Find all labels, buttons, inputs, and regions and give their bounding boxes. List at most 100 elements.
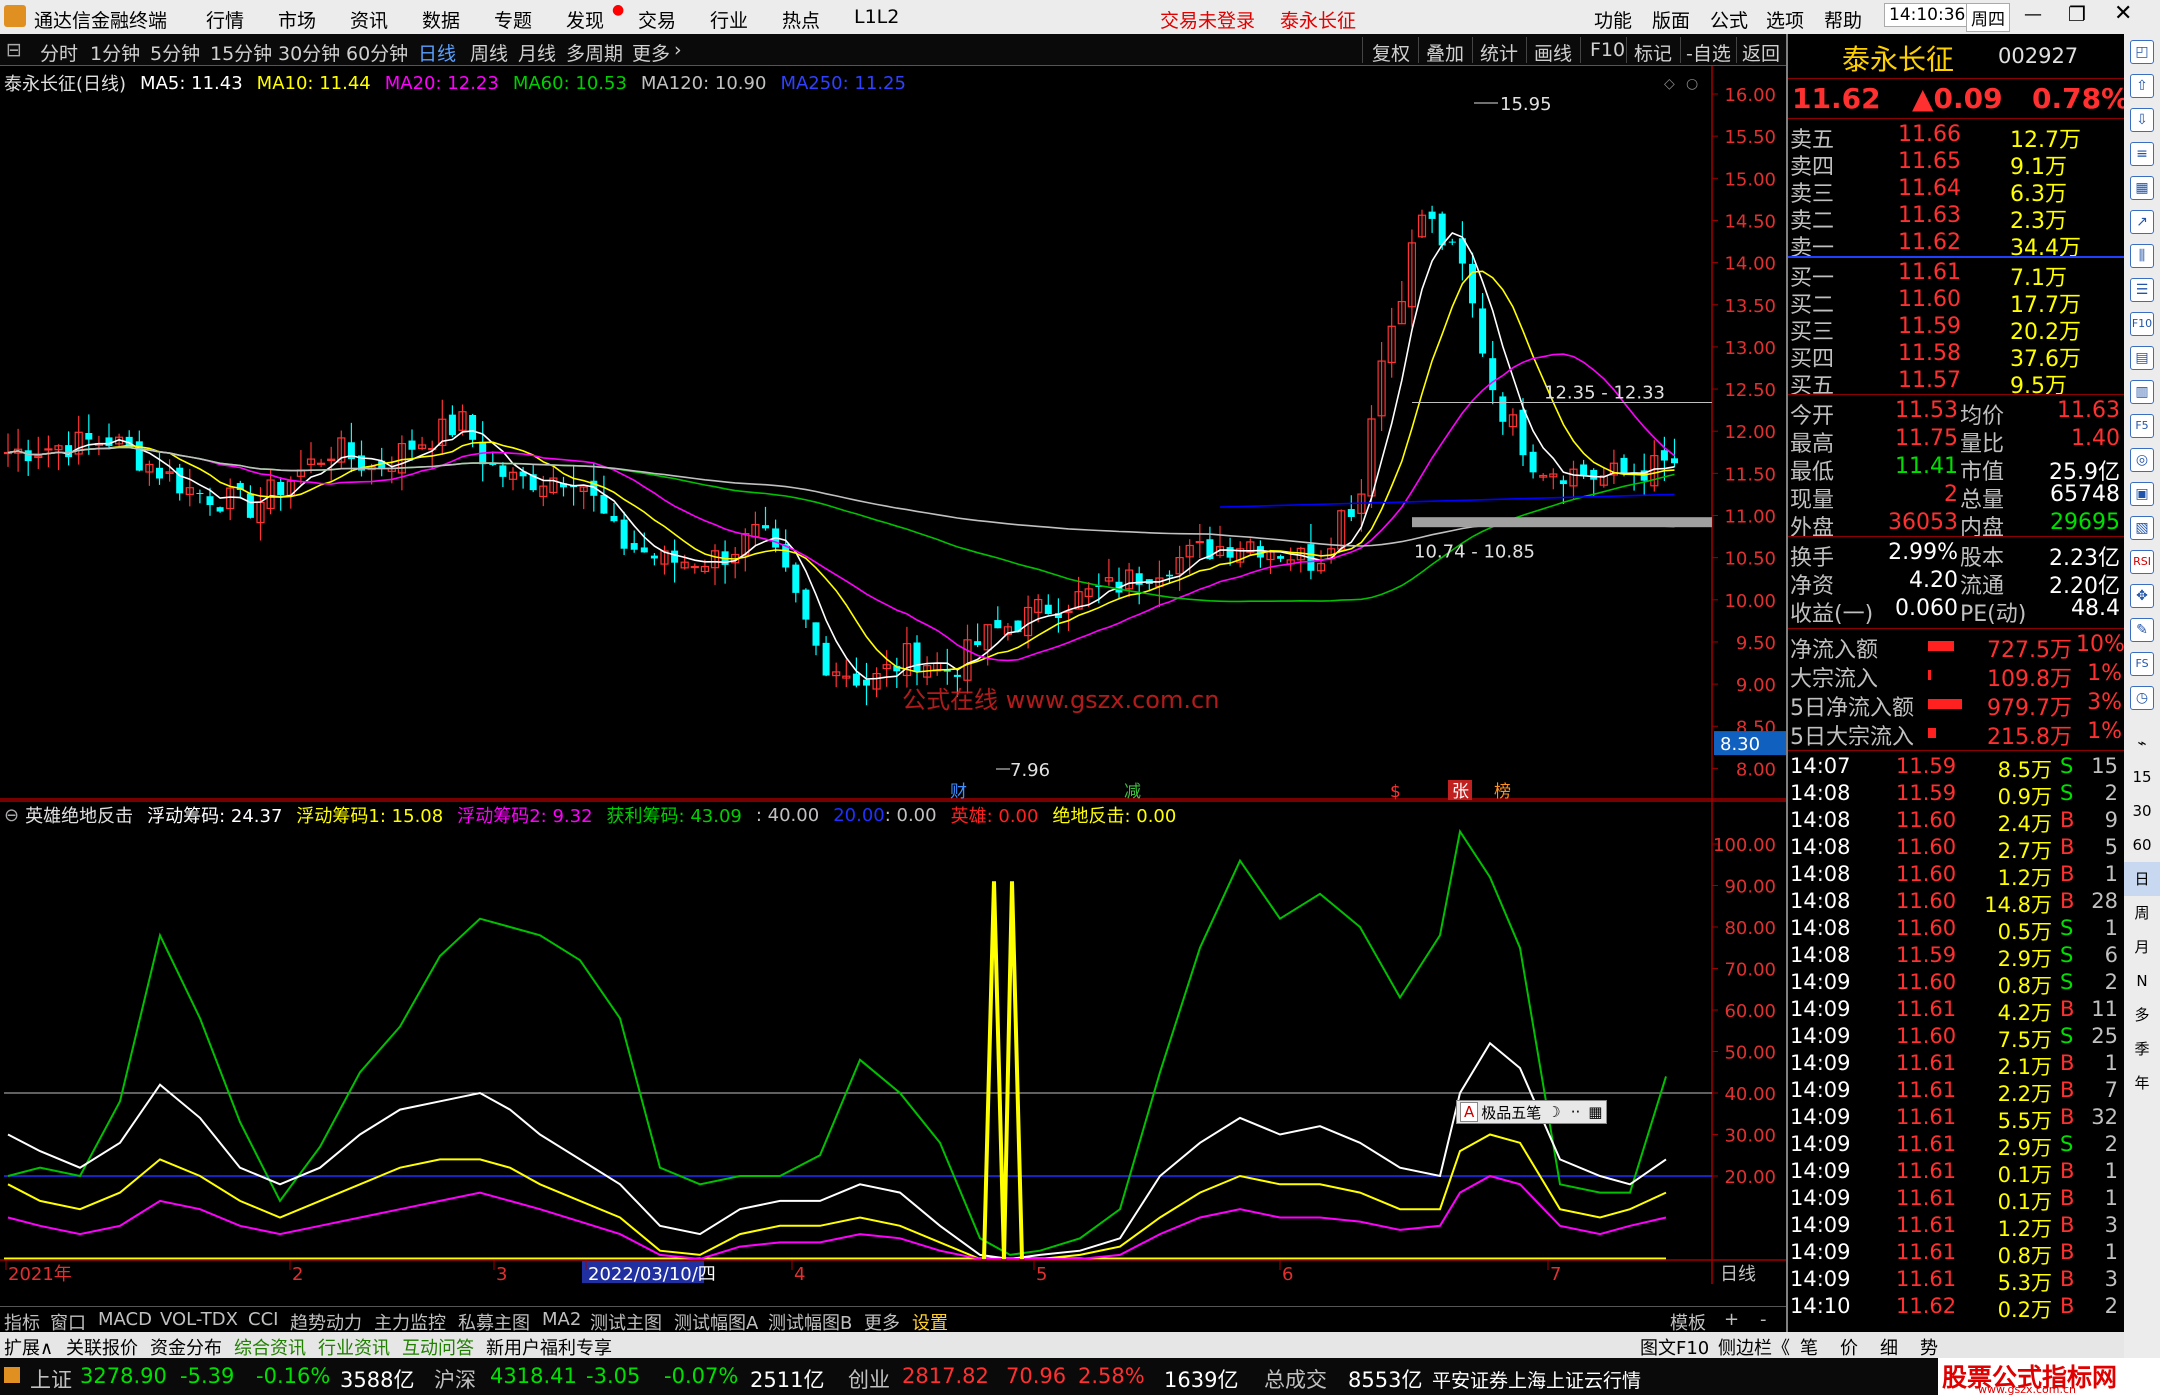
sidebar-period-month[interactable]: 月 <box>2124 930 2160 964</box>
minimize-icon[interactable]: — <box>2024 4 2042 25</box>
menu-banmian[interactable]: 版面 <box>1652 6 1690 33</box>
btab-cci[interactable]: CCI <box>248 1309 278 1330</box>
sidebar-period-day[interactable]: 日 <box>2124 862 2160 896</box>
sidebar-calendar-icon[interactable]: ▣ <box>2130 482 2154 506</box>
menu-xuanxiang[interactable]: 选项 <box>1766 6 1804 33</box>
tab-shi[interactable]: 势 <box>1920 1334 1938 1360</box>
tab-5min[interactable]: 5分钟 <box>150 39 200 66</box>
btab-macd[interactable]: MACD <box>98 1309 152 1330</box>
tool-diejia[interactable]: 叠加 <box>1426 39 1464 66</box>
menu-zhuanti[interactable]: 专题 <box>494 6 532 33</box>
tab-daily[interactable]: 日线 <box>418 39 456 66</box>
btab-voltdx[interactable]: VOL-TDX <box>160 1309 238 1330</box>
tab-more[interactable]: 更多 <box>632 39 670 66</box>
restore-icon[interactable]: ❐ <box>2068 2 2086 26</box>
sidebar-period-30[interactable]: 30 <box>2124 794 2160 828</box>
sidebar-compass-icon[interactable]: ✥ <box>2130 584 2154 608</box>
sidebar-period-15[interactable]: 15 <box>2124 760 2160 794</box>
sidebar-table-icon[interactable]: ☰ <box>2130 278 2154 302</box>
chart-diamond-icon[interactable]: ◇ <box>1664 76 1675 92</box>
tab-zonghe[interactable]: 综合资讯 <box>234 1334 306 1360</box>
sidebar-period-season[interactable]: 季 <box>2124 1032 2160 1066</box>
close-icon[interactable]: ✕ <box>2114 1 2132 26</box>
tool-f10[interactable]: F10 <box>1590 39 1625 61</box>
tab-sidebar[interactable]: 侧边栏《 <box>1718 1334 1790 1360</box>
tab-expand[interactable]: 扩展∧ <box>4 1334 53 1360</box>
sidebar-chart-icon[interactable]: ▥ <box>2130 380 2154 404</box>
sidebar-list-icon[interactable]: ≡ <box>2130 142 2154 166</box>
tool-zixuan[interactable]: -自选 <box>1686 39 1731 66</box>
sidebar-f5-icon[interactable]: F5 <box>2130 414 2154 438</box>
tab-xi[interactable]: 细 <box>1880 1334 1898 1360</box>
menu-l1l2[interactable]: L1L2 <box>854 6 899 28</box>
menu-gongneng[interactable]: 功能 <box>1594 6 1632 33</box>
sidebar-image-icon[interactable]: ▧ <box>2130 516 2154 540</box>
sidebar-trend-icon[interactable]: ↗ <box>2130 210 2154 234</box>
tab-hudong[interactable]: 互动问答 <box>402 1334 474 1360</box>
tab-15min[interactable]: 15分钟 <box>210 39 272 66</box>
tab-monthly[interactable]: 月线 <box>518 39 556 66</box>
ime-moon-icon[interactable]: ☽ <box>1547 1103 1560 1121</box>
ime-toolbox[interactable]: A 极品五笔 ☽ ·· ▦ <box>1456 1100 1608 1124</box>
sidebar-period-week[interactable]: 周 <box>2124 896 2160 930</box>
tool-huaxian[interactable]: 画线 <box>1534 39 1572 66</box>
indicator-chart[interactable]: 100.00 90.00 80.00 70.00 60.00 50.00 40.00 30.0… <box>0 800 1786 1284</box>
ime-keyboard-icon[interactable]: ▦ <box>1588 1103 1602 1121</box>
server-name[interactable]: 平安证券上海上证云行情 <box>1432 1366 1641 1393</box>
tab-fuli[interactable]: 新用户福利专享 <box>486 1334 612 1360</box>
tab-jia[interactable]: 价 <box>1840 1334 1858 1360</box>
tab-weekly[interactable]: 周线 <box>470 39 508 66</box>
ime-a-icon[interactable]: A <box>1460 1102 1479 1122</box>
sidebar-kline-icon[interactable]: ⫼ <box>2130 244 2154 268</box>
menu-hangye[interactable]: 行业 <box>710 6 748 33</box>
trade-status[interactable]: 交易未登录 <box>1160 6 1255 33</box>
sidebar-pen-icon[interactable]: ✎ <box>2130 618 2154 642</box>
sidebar-down-icon[interactable]: ⇩ <box>2130 108 2154 132</box>
tab-guanlian[interactable]: 关联报价 <box>66 1334 138 1360</box>
menu-shichang[interactable]: 市场 <box>278 6 316 33</box>
menu-bangzhu[interactable]: 帮助 <box>1824 6 1862 33</box>
indicator-settings-icon[interactable]: ⊖ <box>4 805 19 826</box>
tool-fuquan[interactable]: 复权 <box>1372 39 1410 66</box>
tool-fanhui[interactable]: 返回 <box>1742 39 1780 66</box>
tab-60min[interactable]: 60分钟 <box>346 39 408 66</box>
sidebar-cycle-icon[interactable]: ◎ <box>2130 448 2154 472</box>
menu-zixun[interactable]: 资讯 <box>350 6 388 33</box>
tab-multi-period[interactable]: 多周期 <box>566 39 623 66</box>
menu-faxian[interactable]: 发现 <box>566 6 604 33</box>
sidebar-f10-icon[interactable]: F10 <box>2130 312 2154 336</box>
sidebar-period-60[interactable]: 60 <box>2124 828 2160 862</box>
sidebar-period-multi[interactable]: 多 <box>2124 998 2160 1032</box>
toolbar-menu-icon[interactable]: ⊟ <box>6 39 22 61</box>
tab-bi[interactable]: 笔 <box>1800 1334 1818 1360</box>
sidebar-fs-icon[interactable]: FS <box>2130 652 2154 676</box>
tool-biaoji[interactable]: 标记 <box>1634 39 1672 66</box>
sidebar-expand-icon[interactable]: ◰ <box>2130 40 2154 64</box>
tab-zijin[interactable]: 资金分布 <box>150 1334 222 1360</box>
kline-chart[interactable]: 16.00 15.50 15.00 14.50 14.00 13.50 13.00 12.50… <box>0 66 1786 800</box>
menu-redian[interactable]: 热点 <box>782 6 820 33</box>
tab-30min[interactable]: 30分钟 <box>278 39 340 66</box>
chart-circle-icon[interactable]: ○ <box>1686 76 1698 92</box>
sidebar-1min-icon[interactable]: ⌁ <box>2124 726 2160 760</box>
idx-cy-name[interactable]: 创业 <box>848 1364 890 1394</box>
ime-dots-icon[interactable]: ·· <box>1571 1103 1581 1121</box>
tab-fenshi[interactable]: 分时 <box>40 39 78 66</box>
tab-tuwen-f10[interactable]: 图文F10 <box>1640 1334 1709 1360</box>
menu-gongshi[interactable]: 公式 <box>1710 6 1748 33</box>
sidebar-doc-icon[interactable]: ▤ <box>2130 346 2154 370</box>
idx-sz-name[interactable]: 沪深 <box>434 1364 476 1394</box>
sidebar-grid-icon[interactable]: ▦ <box>2130 176 2154 200</box>
sidebar-rsi-icon[interactable]: RSI <box>2130 550 2154 574</box>
menu-jiaoyi[interactable]: 交易 <box>638 6 676 33</box>
btab-ma2[interactable]: MA2 <box>542 1309 581 1330</box>
more-chevron-icon[interactable]: › <box>674 39 682 61</box>
btab-minus[interactable]: - <box>1760 1309 1767 1330</box>
tab-hangye[interactable]: 行业资讯 <box>318 1334 390 1360</box>
btab-plus[interactable]: + <box>1724 1309 1739 1330</box>
sidebar-clock-icon[interactable]: ◷ <box>2130 686 2154 710</box>
tool-tongji[interactable]: 统计 <box>1480 39 1518 66</box>
idx-sh-name[interactable]: 上证 <box>30 1364 72 1394</box>
sidebar-up-icon[interactable]: ⇧ <box>2130 74 2154 98</box>
menu-hangqing[interactable]: 行情 <box>206 6 244 33</box>
